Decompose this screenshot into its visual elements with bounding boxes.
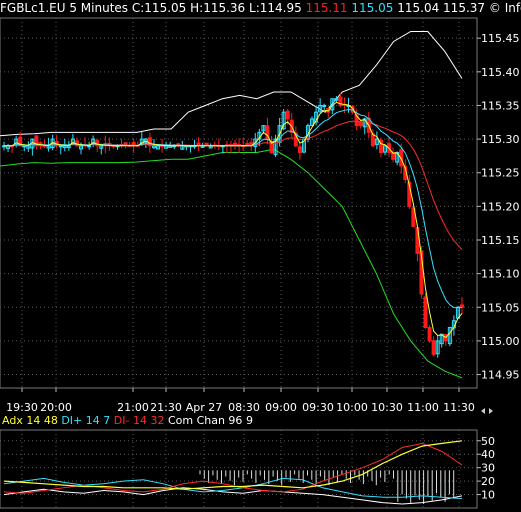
ind-tick-label: 20: [481, 475, 495, 488]
ind-tick-label: 40: [481, 448, 495, 461]
price-tick-label: 115.25: [481, 167, 520, 180]
price-tick-label: 115.30: [481, 133, 520, 146]
price-tick-label: 115.20: [481, 200, 520, 213]
candle-body: [460, 304, 464, 308]
diminus-label: DI- 14: [113, 414, 147, 427]
ind-tick-label: 50: [481, 435, 495, 448]
x-tick-label: 20:00: [40, 401, 72, 414]
price-tick-label: 115.00: [481, 335, 520, 348]
indicator-frame: [0, 429, 478, 509]
x-tick-label: Apr 27: [186, 401, 223, 414]
lower-band-line: [0, 148, 463, 379]
x-tick-label: 10:00: [336, 401, 368, 414]
indicator-y-axis: 5040302010: [477, 435, 495, 502]
high-value: H:115.36: [190, 1, 246, 15]
candle-body: [431, 340, 436, 355]
chart-canvas: 115.45 115.40 115.35 115.30 115.25 115.20 115.…: [0, 17, 520, 509]
x-tick-label: 11:30: [443, 401, 475, 414]
candle-body: [423, 296, 428, 328]
x-scroll-arrows-icon[interactable]: [481, 408, 493, 414]
comchan-label: Com Chan 96: [167, 414, 243, 427]
price-tick-label: 115.05: [481, 301, 520, 314]
ind-tick-label: 10: [481, 489, 495, 502]
diminus-value: 32: [150, 414, 165, 427]
com-chan-line: [3, 487, 463, 505]
x-tick-label: 21:30: [150, 401, 182, 414]
indicator-legend: Adx 14 48 DI+ 14 7 DI- 14 32 Com Chan 96…: [2, 414, 253, 427]
price-y-axis: 115.45 115.40 115.35 115.30 115.25 115.20 115.…: [477, 32, 520, 382]
candle-body: [427, 327, 432, 342]
copyright-label: © Infotec SA: [488, 1, 521, 15]
candle-body: [322, 104, 327, 107]
ind-tick-label: 30: [481, 462, 495, 475]
x-tick-label: 21:00: [117, 401, 149, 414]
diplus-value: 7: [103, 414, 111, 427]
symbol-label: FGBLc1.EU: [0, 1, 66, 15]
candle-body: [358, 122, 363, 127]
indicator-panel: 5040302010: [0, 429, 495, 509]
price-tick-label: 115.35: [481, 99, 520, 112]
price-tick-label: 115.40: [481, 66, 520, 79]
candle-body: [297, 146, 302, 154]
comchan-value: 9: [245, 414, 253, 427]
upper-band-line: [0, 31, 463, 137]
price-tick-label: 115.15: [481, 234, 520, 247]
candle-body: [22, 145, 27, 148]
prev-value: 115.37: [443, 1, 486, 15]
interval-label: 5 Minutes: [69, 1, 129, 15]
x-tick-label: 09:30: [302, 401, 334, 414]
chart-header: FGBLc1.EU 5 Minutes C:115.05 H:115.36 L:…: [0, 1, 521, 17]
adx-label: Adx 14: [2, 414, 41, 427]
indicator-grid: [0, 429, 478, 509]
price-tick-label: 115.45: [481, 32, 520, 45]
x-tick-label: 11:00: [407, 401, 439, 414]
candle-body: [285, 110, 290, 120]
x-tick-label: 09:00: [265, 401, 297, 414]
price-panel: 115.45 115.40 115.35 115.30 115.25 115.20 115.…: [0, 17, 520, 389]
close-value: C:115.05: [131, 1, 187, 15]
bid-value: 115.11: [305, 1, 348, 15]
ask-value: 115.05: [351, 1, 394, 15]
time-x-axis: 19:30 20:00 21:00 21:30 Apr 27 08:30 09:00 09:3…: [6, 388, 475, 414]
adx-line: [3, 440, 463, 490]
price-tick-label: 114.95: [481, 369, 520, 382]
x-tick-label: 08:30: [228, 401, 260, 414]
x-tick-label: 19:30: [6, 401, 38, 414]
price-bands: [0, 31, 463, 379]
open-value: 115.04: [397, 1, 440, 15]
diplus-label: DI+ 14: [61, 414, 100, 427]
price-tick-label: 115.10: [481, 268, 520, 281]
low-value: L:114.95: [249, 1, 302, 15]
adx-value: 48: [43, 414, 58, 427]
x-tick-label: 10:30: [371, 401, 403, 414]
